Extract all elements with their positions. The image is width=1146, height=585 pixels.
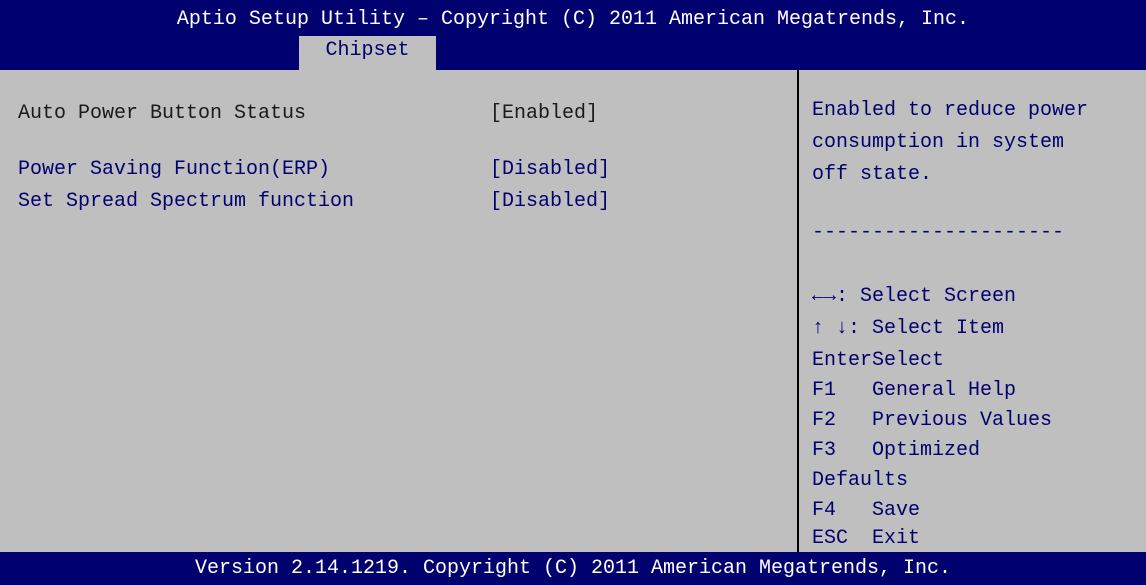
help-text-line: Enabled to reduce power — [812, 99, 1089, 122]
header-bar: Aptio Setup Utility – Copyright (C) 2011… — [0, 0, 1146, 70]
setting-value[interactable]: [Disabled] — [490, 190, 610, 213]
setting-value[interactable]: [Disabled] — [490, 158, 610, 181]
settings-panel: Auto Power Button Status [Enabled] Power… — [0, 70, 796, 552]
setting-label: Power Saving Function(ERP) — [18, 158, 331, 181]
footer-version: Version 2.14.1219. Copyright (C) 2011 Am… — [0, 552, 1146, 585]
key-hint-defaults: Defaults — [812, 469, 909, 492]
key-hint-exit: ESC Exit — [812, 527, 921, 550]
key-hint-optimized: F3 Optimized — [812, 439, 981, 462]
setting-label: Auto Power Button Status — [18, 102, 307, 125]
key-hint-previous-values: F2 Previous Values — [812, 409, 1053, 432]
help-separator: --------------------- — [812, 221, 1065, 244]
key-hint-select-item: ↑ ↓: Select Item — [812, 317, 1005, 340]
key-hint-general-help: F1 General Help — [812, 379, 1017, 402]
setting-value[interactable]: [Enabled] — [490, 102, 598, 125]
panel-divider — [797, 70, 799, 552]
setting-spread-spectrum-function[interactable]: Set Spread Spectrum function [Disabled] — [18, 190, 610, 282]
help-text-line: off state. — [812, 163, 933, 186]
bios-screen: Aptio Setup Utility – Copyright (C) 2011… — [0, 0, 1146, 585]
setting-label: Set Spread Spectrum function — [18, 190, 355, 213]
key-hint-select-screen: ←→: Select Screen — [812, 285, 1017, 308]
app-title: Aptio Setup Utility – Copyright (C) 2011… — [176, 8, 970, 31]
key-hint-save: F4 Save — [812, 499, 921, 522]
key-hint-enter-select: EnterSelect — [812, 349, 945, 372]
help-text-line: consumption in system — [812, 131, 1065, 154]
tab-chipset[interactable]: Chipset — [299, 36, 436, 70]
help-panel: Enabled to reduce power consumption in s… — [806, 70, 1146, 552]
